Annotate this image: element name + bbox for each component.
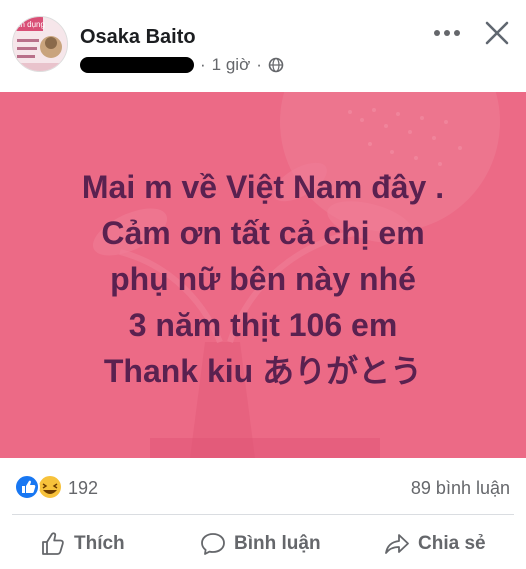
meta-separator: · [200, 55, 206, 74]
reaction-icons[interactable] [14, 474, 64, 500]
share-label: Chia sẻ [418, 533, 486, 554]
redaction-bar [80, 57, 194, 73]
reaction-count[interactable]: 192 [68, 478, 98, 499]
haha-icon [37, 474, 63, 500]
action-bar: Thích Bình luận Chia sẻ [0, 524, 526, 564]
thumbs-up-icon [42, 532, 64, 555]
post-time[interactable]: 1 giờ [212, 55, 251, 75]
meta-separator-2: · [256, 55, 262, 74]
divider [12, 514, 514, 515]
avatar[interactable]: ân dụng [12, 16, 68, 72]
post-meta: · 1 giờ · [80, 55, 284, 75]
avatar-label: ân dụng [16, 20, 45, 29]
like-button[interactable]: Thích [40, 524, 125, 564]
comment-label: Bình luận [234, 533, 321, 554]
comment-count[interactable]: 89 bình luận [411, 478, 510, 499]
share-button[interactable]: Chia sẻ [384, 524, 486, 564]
post-message: Mai m về Việt Nam đây . Cảm ơn tất cả ch… [81, 169, 445, 389]
share-icon [385, 534, 409, 554]
like-label: Thích [74, 533, 125, 554]
reaction-summary[interactable]: 192 89 bình luận [0, 470, 526, 504]
post-header: ân dụng Osaka Baito · 1 giờ · [0, 0, 526, 92]
post-background[interactable]: Mai m về Việt Nam đây . Cảm ơn tất cả ch… [0, 92, 526, 458]
close-icon[interactable] [484, 20, 510, 46]
globe-icon [268, 57, 284, 73]
comment-icon [201, 533, 225, 555]
comment-button[interactable]: Bình luận [200, 524, 321, 564]
like-icon [14, 474, 40, 500]
author-name[interactable]: Osaka Baito [80, 26, 196, 49]
more-options-icon[interactable] [432, 24, 462, 42]
